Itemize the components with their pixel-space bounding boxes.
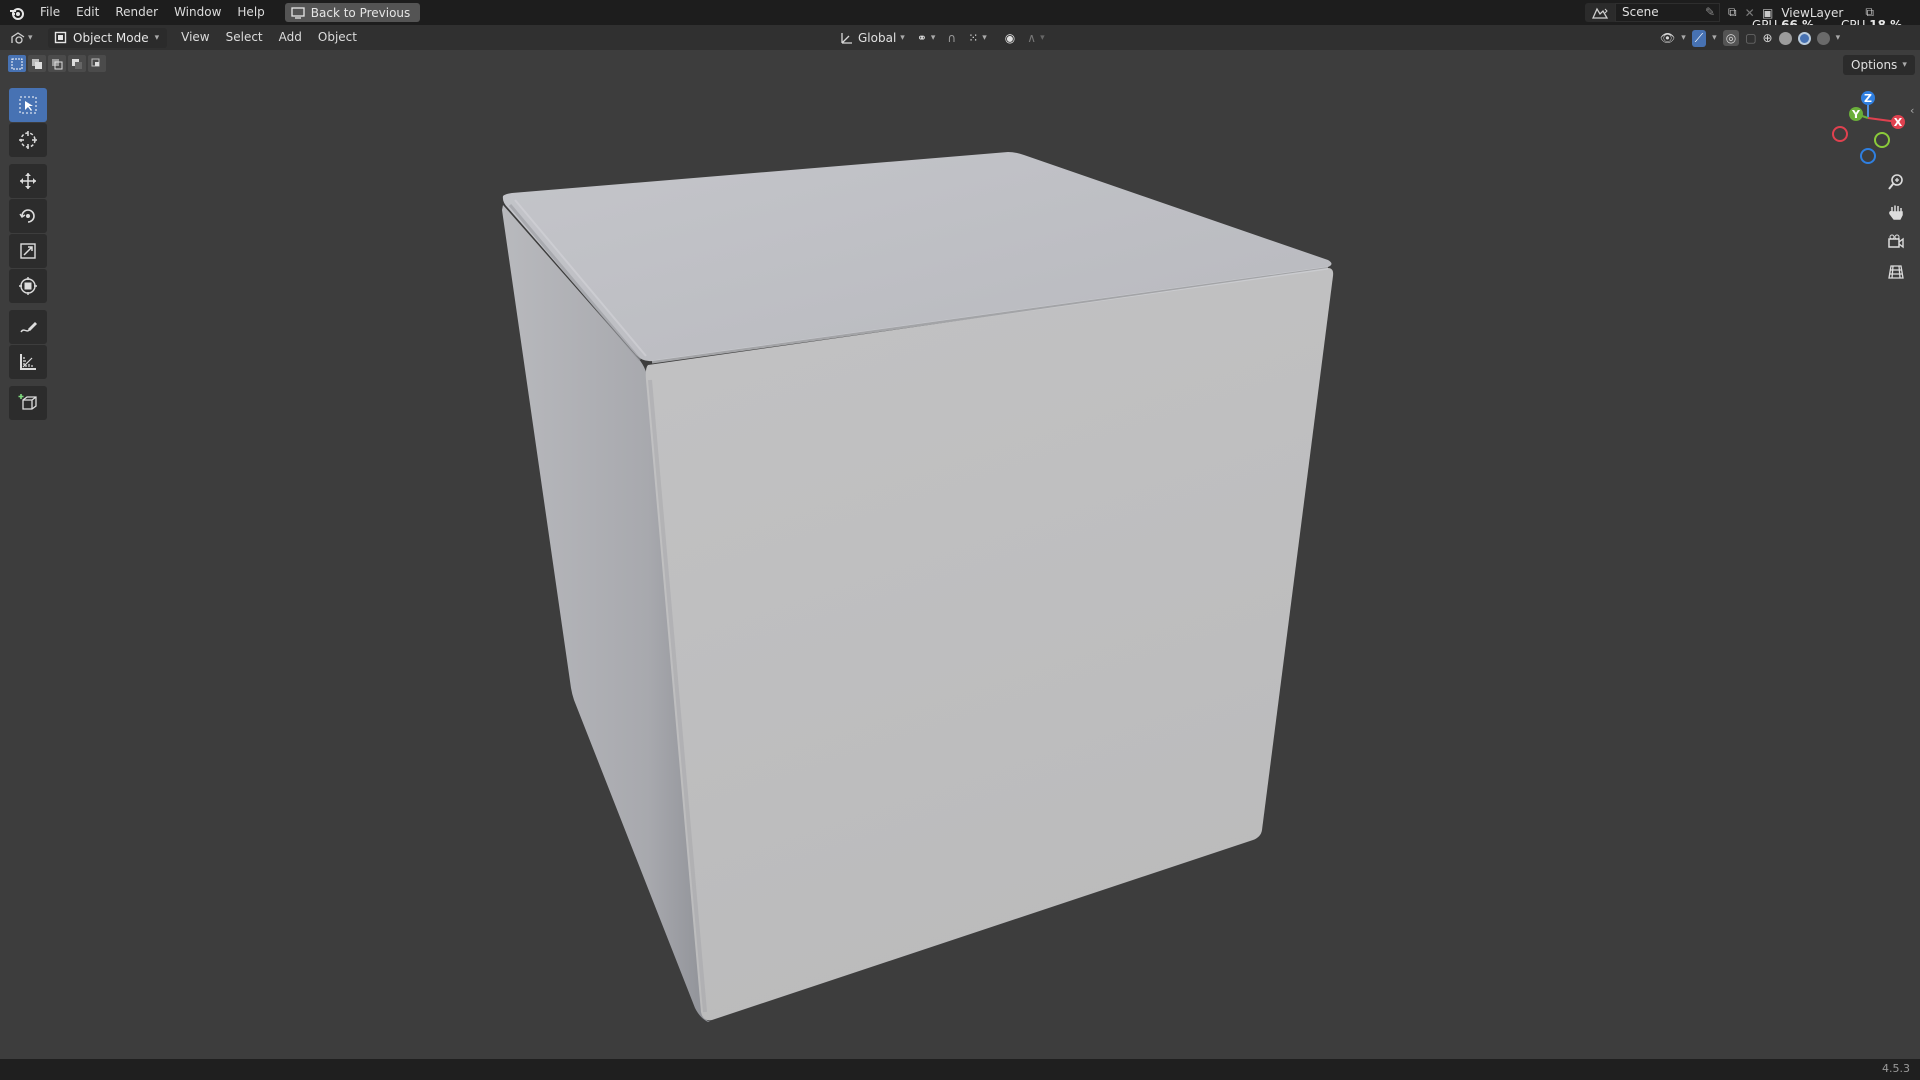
gizmo-toggle-icon[interactable]: ⟋	[1691, 29, 1707, 47]
snap-toggle[interactable]: ∩	[943, 28, 960, 48]
editor-type-button[interactable]: ▾	[10, 28, 42, 48]
chevron-down-icon: ▾	[1712, 33, 1717, 43]
3d-viewport-icon	[11, 31, 25, 44]
orientation-axes-icon	[841, 33, 852, 44]
new-scene-icon[interactable]: ⧉	[1728, 5, 1737, 20]
menu-window[interactable]: Window	[166, 0, 229, 25]
scene-name: Scene	[1622, 5, 1659, 19]
wireframe-shading-icon[interactable]: ⊕	[1763, 31, 1773, 45]
chevron-down-icon: ▾	[1835, 33, 1841, 43]
pivot-icon: ⚭	[916, 31, 927, 45]
falloff-curve-icon: ∧	[1027, 31, 1037, 45]
scene-name-field[interactable]: Scene ✎	[1615, 3, 1720, 22]
chevron-down-icon: ▾	[1681, 33, 1686, 43]
blender-logo-icon[interactable]	[2, 0, 32, 25]
visibility-eye-icon[interactable]: 👁	[1660, 31, 1675, 45]
menu-help[interactable]: Help	[229, 0, 272, 25]
viewport-header: ▾ Object Mode ▾ View Select Add Object G…	[0, 25, 1920, 50]
rendered-shading-icon[interactable]	[1816, 31, 1830, 45]
falloff-dropdown[interactable]: ∧ ▾	[1023, 28, 1048, 48]
transform-orientation-dropdown[interactable]: Global ▾	[836, 28, 909, 48]
object-mode-icon	[54, 31, 67, 44]
back-to-previous-label: Back to Previous	[310, 5, 411, 20]
default-cube-mesh[interactable]	[0, 50, 1920, 1059]
chevron-down-icon: ▾	[28, 32, 33, 43]
transform-tools: Global ▾ ⚭ ▾ ∩ ⁙ ▾ ◉ ∧ ▾	[836, 28, 1049, 48]
solid-shading-icon[interactable]	[1778, 31, 1792, 45]
back-to-previous-button[interactable]: Back to Previous	[284, 3, 421, 22]
screen-icon	[291, 6, 305, 19]
snap-target-dropdown[interactable]: ⁙ ▾	[964, 28, 991, 48]
scene-selector: Scene ✎ ⧉ ✕	[1585, 3, 1755, 22]
xray-toggle-icon[interactable]: ▢	[1745, 31, 1756, 45]
blender-version: 4.5.3	[1882, 1062, 1910, 1075]
object-mode-label: Object Mode	[73, 30, 149, 45]
chevron-down-icon: ▾	[982, 33, 987, 43]
orientation-label: Global	[858, 31, 897, 45]
menu-render[interactable]: Render	[107, 0, 166, 25]
overlays-icon[interactable]: ◎	[1722, 30, 1740, 46]
pivot-point-dropdown[interactable]: ⚭ ▾	[913, 28, 940, 48]
material-preview-icon[interactable]	[1797, 31, 1811, 45]
chevron-down-icon: ▾	[154, 32, 160, 43]
proportional-editing-icon: ◉	[1004, 31, 1016, 45]
menu-select[interactable]: Select	[218, 25, 271, 50]
viewport-display-tools: 👁 ▾ ⟋ ▾ ◎ ▢ ⊕ ▾	[1660, 28, 1840, 48]
magnet-icon: ∩	[947, 31, 957, 45]
chevron-down-icon: ▾	[1040, 33, 1045, 43]
scene-icon	[1591, 7, 1609, 19]
scene-type-button[interactable]	[1585, 3, 1615, 22]
top-menu-bar: File Edit Render Window Help Back to Pre…	[0, 0, 1920, 32]
menu-file[interactable]: File	[32, 0, 68, 25]
menu-object[interactable]: Object	[310, 25, 365, 50]
menu-view[interactable]: View	[173, 25, 217, 50]
status-bar: 4.5.3	[0, 1059, 1920, 1080]
proportional-editing-toggle[interactable]: ◉	[1001, 28, 1019, 48]
menu-edit[interactable]: Edit	[68, 0, 107, 25]
pin-icon[interactable]: ✎	[1705, 4, 1715, 21]
menu-add[interactable]: Add	[271, 25, 310, 50]
chevron-down-icon: ▾	[930, 33, 936, 43]
snap-grid-icon: ⁙	[968, 31, 979, 45]
object-mode-dropdown[interactable]: Object Mode ▾	[48, 27, 168, 48]
chevron-down-icon: ▾	[900, 33, 905, 43]
